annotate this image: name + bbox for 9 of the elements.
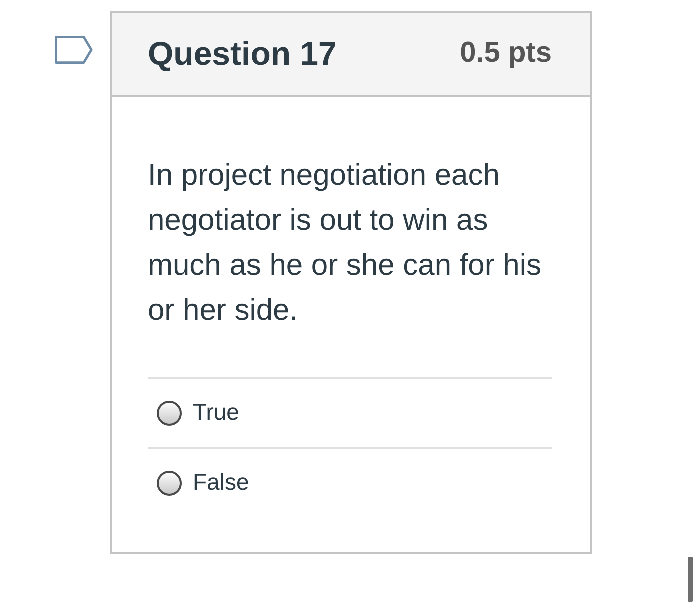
scrollbar-thumb[interactable] (688, 557, 693, 602)
question-points: 0.5 pts (460, 38, 552, 70)
question-title: Question 17 (148, 36, 337, 72)
answer-label[interactable]: False (193, 469, 250, 497)
radio-button[interactable] (157, 400, 182, 426)
question-text: In project negotiation each negotiator is out to win as much as he or she can for his or her side. (148, 158, 543, 329)
radio-button[interactable] (157, 470, 182, 496)
answer-label[interactable]: True (193, 399, 240, 427)
flag-icon[interactable] (55, 36, 93, 64)
